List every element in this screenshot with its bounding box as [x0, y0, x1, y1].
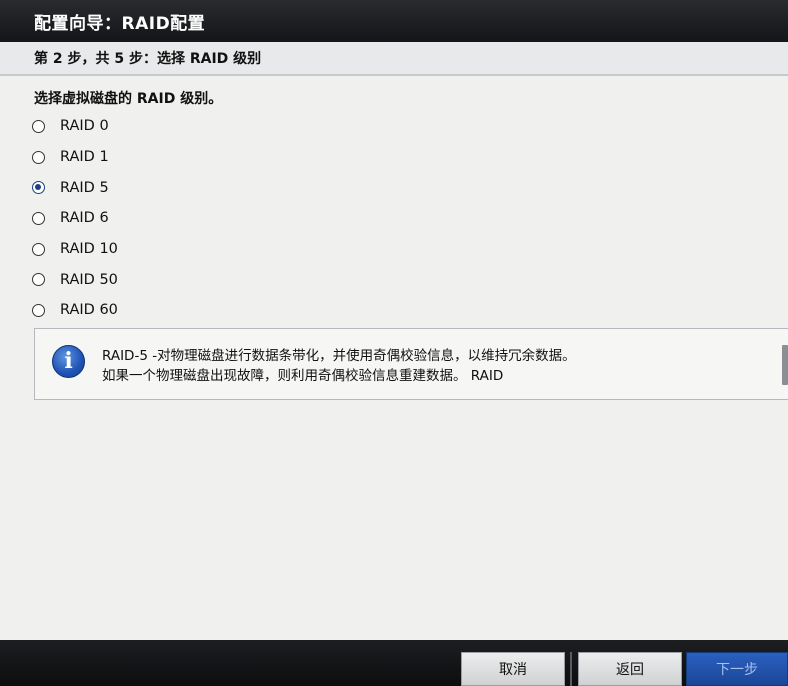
raid-5-radio[interactable]: [32, 181, 45, 195]
info-icon: i: [52, 345, 85, 378]
back-button[interactable]: 返回: [578, 652, 682, 686]
description-line-2: 如果一个物理磁盘出现故障，则利用奇偶校验信息重建数据。 RAID: [102, 368, 504, 384]
raid-50-radio[interactable]: [32, 273, 45, 287]
raid-option-label: RAID 60: [60, 302, 118, 319]
raid-option-50[interactable]: RAID 50: [32, 264, 118, 295]
raid-description-panel: i RAID-5 -对物理磁盘进行数据条带化，并使用奇偶校验信息，以维持冗余数据…: [34, 328, 788, 400]
raid-level-options: RAID 0 RAID 1 RAID 5 RAID 6 RAID 10 RAID…: [32, 111, 118, 326]
raid-option-0[interactable]: RAID 0: [32, 111, 118, 142]
step-indicator: 第 2 步，共 5 步：选择 RAID 级别: [0, 42, 788, 76]
raid-option-label: RAID 1: [60, 149, 109, 166]
raid-option-label: RAID 5: [60, 179, 109, 196]
next-button[interactable]: 下一步: [686, 652, 788, 686]
raid-option-label: RAID 0: [60, 118, 109, 135]
raid-level-prompt: 选择虚拟磁盘的 RAID 级别。: [34, 91, 223, 107]
footer-divider: [570, 652, 572, 686]
raid-option-6[interactable]: RAID 6: [32, 203, 118, 234]
raid-6-radio[interactable]: [32, 211, 45, 225]
raid-option-label: RAID 6: [60, 210, 109, 227]
raid-1-radio[interactable]: [32, 150, 45, 164]
raid-option-1[interactable]: RAID 1: [32, 142, 118, 173]
raid-option-label: RAID 10: [60, 241, 118, 258]
description-line-1: RAID-5 -对物理磁盘进行数据条带化，并使用奇偶校验信息，以维持冗余数据。: [102, 348, 576, 364]
raid-0-radio[interactable]: [32, 119, 45, 133]
raid-description-text: RAID-5 -对物理磁盘进行数据条带化，并使用奇偶校验信息，以维持冗余数据。 …: [102, 346, 576, 386]
raid-60-radio[interactable]: [32, 303, 45, 317]
raid-option-label: RAID 50: [60, 271, 118, 288]
raid-option-5[interactable]: RAID 5: [32, 172, 118, 203]
cancel-button[interactable]: 取消: [461, 652, 565, 686]
raid-10-radio[interactable]: [32, 242, 45, 256]
raid-config-wizard: 配置向导：RAID配置 第 2 步，共 5 步：选择 RAID 级别 选择虚拟磁…: [0, 0, 788, 686]
window-title: 配置向导：RAID配置: [0, 0, 788, 42]
description-scrollbar[interactable]: [782, 345, 788, 385]
raid-option-10[interactable]: RAID 10: [32, 234, 118, 265]
raid-option-60[interactable]: RAID 60: [32, 295, 118, 326]
